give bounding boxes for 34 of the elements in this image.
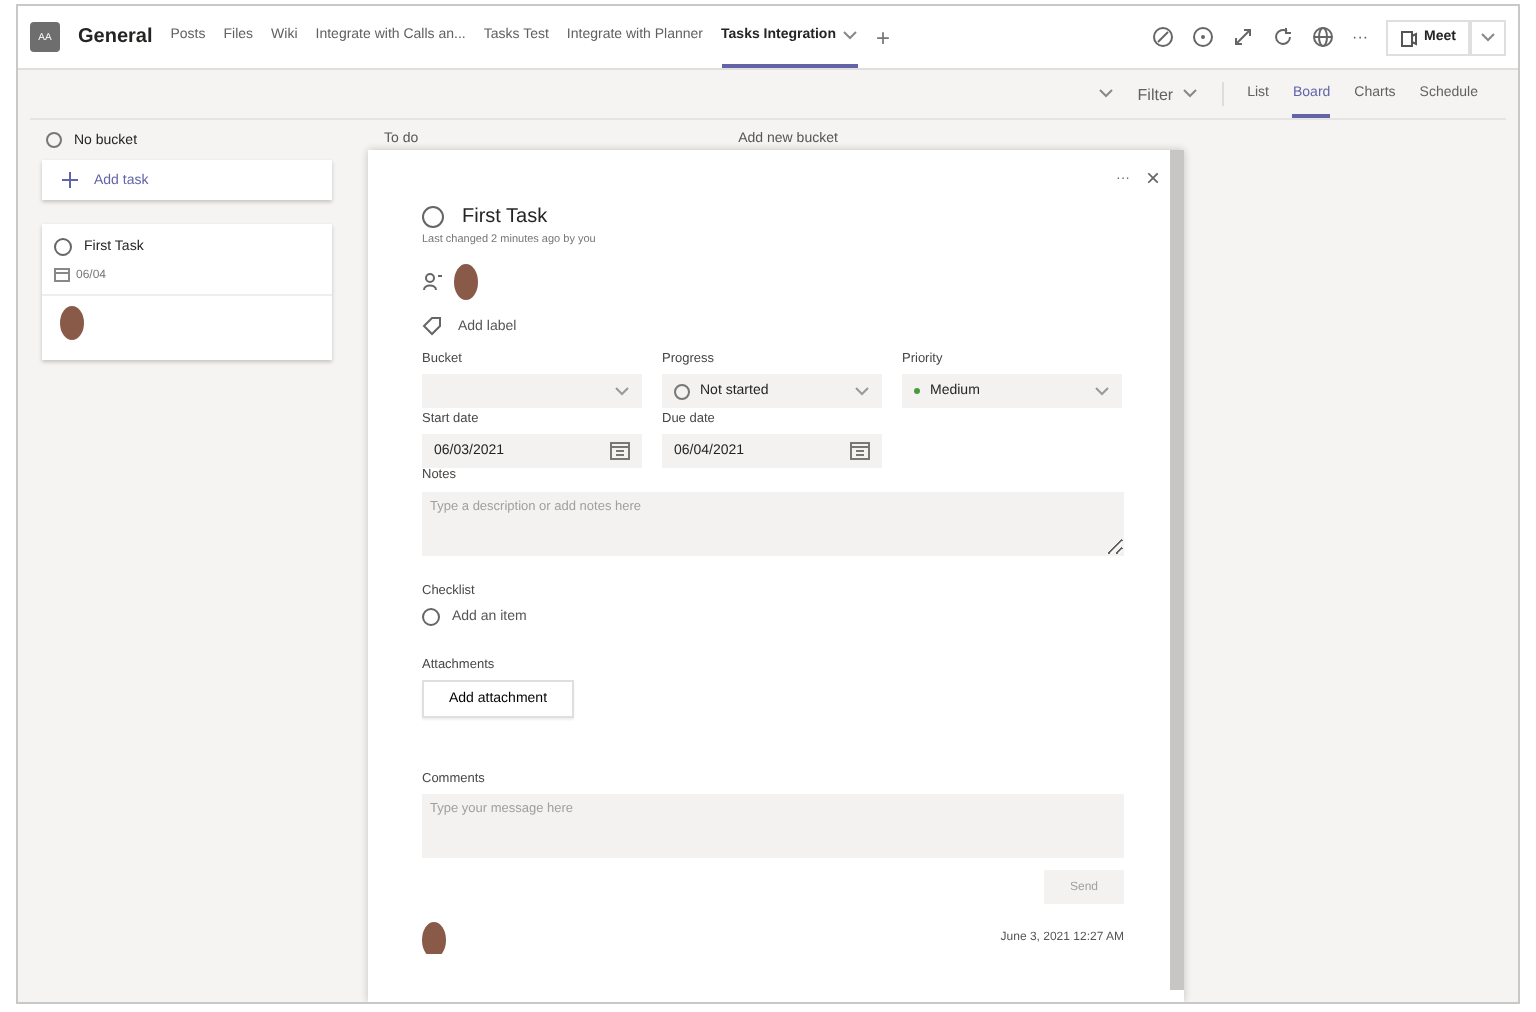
- circle-slash-icon[interactable]: [1152, 26, 1175, 48]
- tag-icon: [422, 316, 442, 336]
- status-circle-icon: [674, 383, 690, 399]
- refresh-icon[interactable]: [1272, 26, 1295, 48]
- channel-title: General: [78, 26, 153, 48]
- calendar-icon[interactable]: [850, 442, 870, 460]
- camera-icon: [1400, 27, 1419, 47]
- more-button[interactable]: ···: [1352, 28, 1369, 46]
- chevron-down-icon: [854, 385, 870, 397]
- add-tab-button[interactable]: +: [875, 23, 890, 51]
- chevron-down-icon: [1480, 31, 1496, 43]
- filter-button[interactable]: Filter: [1137, 85, 1198, 103]
- plus-icon: [62, 172, 78, 188]
- chevron-down-icon: [614, 385, 630, 397]
- chevron-down-icon: [1181, 88, 1198, 100]
- checklist-checkbox[interactable]: [422, 608, 440, 626]
- calendar-icon[interactable]: [610, 442, 630, 460]
- expand-icon[interactable]: [1232, 26, 1255, 48]
- complete-checkbox[interactable]: [422, 206, 444, 228]
- dropdown-field[interactable]: [422, 374, 642, 408]
- task-title: First Task: [462, 206, 548, 228]
- complete-checkbox[interactable]: [54, 238, 72, 256]
- chevron-down-icon: [841, 29, 858, 41]
- meet-dropdown-button[interactable]: [1470, 19, 1506, 55]
- avatar-icon: [422, 922, 446, 954]
- avatar-icon: [60, 306, 84, 340]
- close-button[interactable]: ×: [1145, 164, 1160, 192]
- calendar-icon: [54, 268, 70, 282]
- avatar-icon: [454, 264, 478, 300]
- assign-person-icon[interactable]: [422, 272, 442, 292]
- chevron-down-icon[interactable]: [1097, 88, 1114, 100]
- globe-icon[interactable]: [1312, 26, 1335, 48]
- chevron-down-icon: [1094, 385, 1110, 397]
- scrollbar[interactable]: [1170, 150, 1184, 990]
